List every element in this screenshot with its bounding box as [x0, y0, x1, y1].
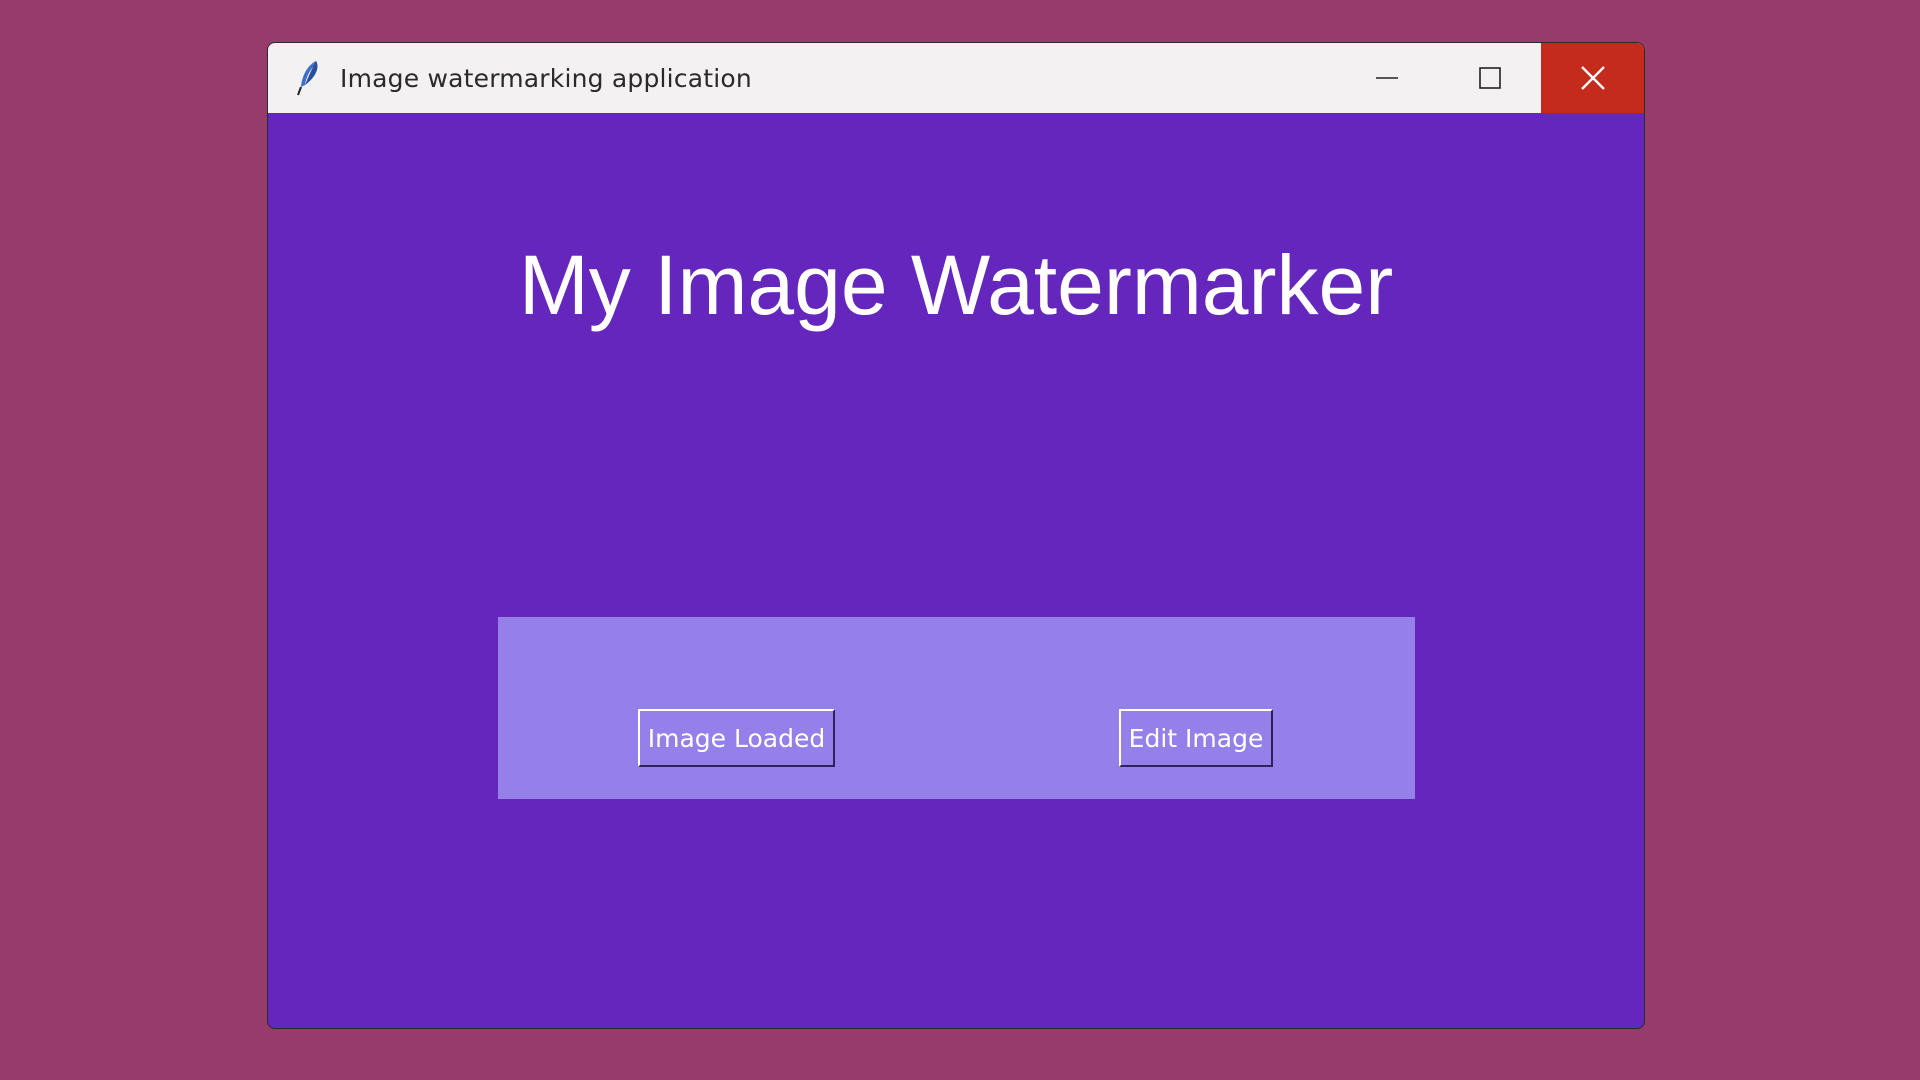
- close-button[interactable]: [1541, 43, 1644, 113]
- close-icon: [1580, 66, 1605, 90]
- minimize-button[interactable]: [1335, 43, 1438, 113]
- page-title: My Image Watermarker: [518, 238, 1394, 332]
- button-panel: Image Loaded Edit Image: [498, 617, 1415, 799]
- window-controls: [1335, 43, 1644, 113]
- window-title: Image watermarking application: [340, 63, 752, 93]
- edit-image-button[interactable]: Edit Image: [1119, 709, 1273, 767]
- app-window: Image watermarking application My Image …: [267, 42, 1645, 1029]
- image-loaded-button[interactable]: Image Loaded: [638, 709, 835, 767]
- feather-icon: [292, 58, 326, 98]
- maximize-button[interactable]: [1438, 43, 1541, 113]
- maximize-icon: [1478, 67, 1501, 89]
- title-bar[interactable]: Image watermarking application: [268, 43, 1644, 113]
- minimize-icon: [1375, 77, 1398, 79]
